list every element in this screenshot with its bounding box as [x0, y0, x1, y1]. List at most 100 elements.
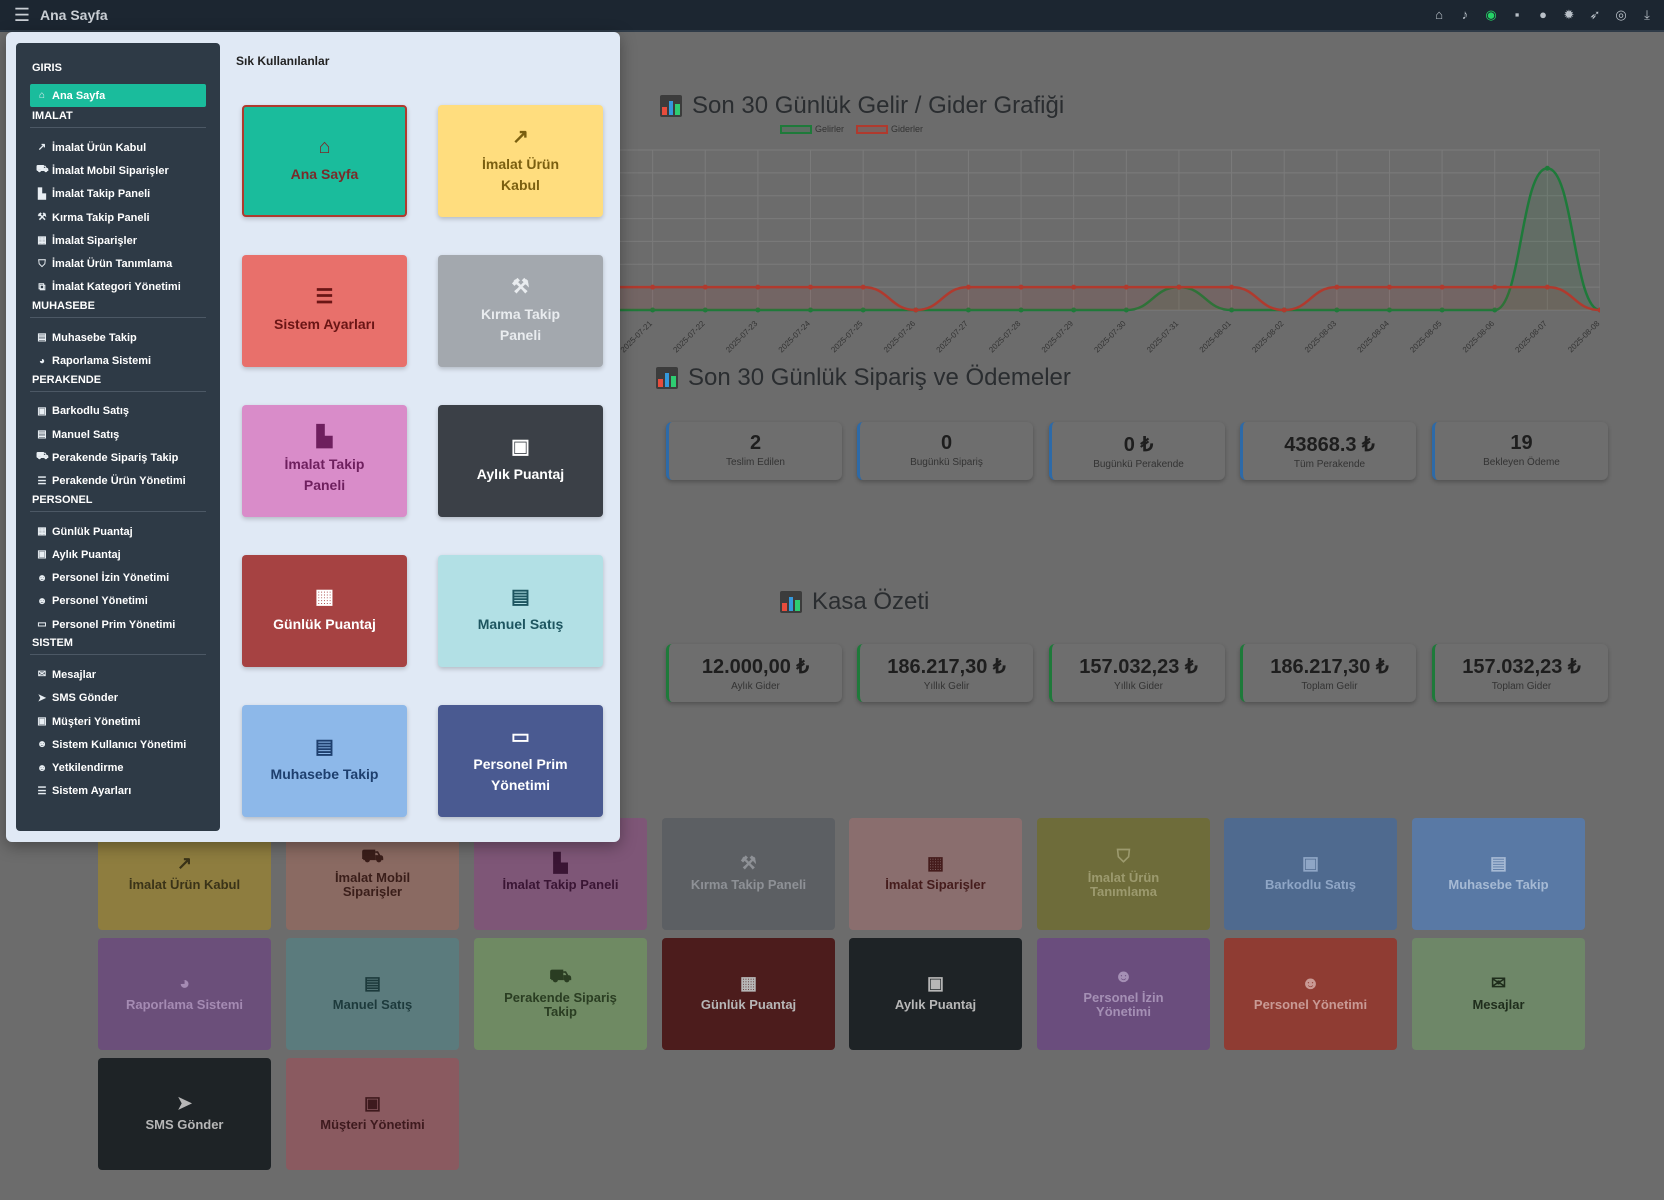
favorite-tile-sliders[interactable]: ☰ Sistem Ayarları [242, 255, 407, 367]
favorite-tile-label: Personel Prim Yönetimi [473, 755, 568, 793]
sidebar-item-file-invoice[interactable]: ▤ Muhasebe Takip [30, 326, 206, 349]
bg-module-tile[interactable]: ▦ Günlük Puantaj [662, 938, 835, 1050]
sidebar-item-calendar[interactable]: ▦ Günlük Puantaj [30, 520, 206, 543]
bg-module-tile[interactable]: ▣ Müşteri Yönetimi [286, 1058, 459, 1170]
sidebar-item-address-card[interactable]: ▣ Müşteri Yönetimi [30, 710, 206, 733]
sidebar-item-boxes[interactable]: ▦ İmalat Siparişler [30, 229, 206, 252]
calendar-icon: ▦ [37, 526, 47, 537]
whatsapp-icon[interactable]: ◉ [1482, 6, 1500, 24]
module-icon: ⛉ [1116, 846, 1131, 866]
favorite-tile-home[interactable]: ⌂ Ana Sayfa [242, 105, 407, 217]
sidebar-item-home[interactable]: ⌂ Ana Sayfa [30, 84, 206, 107]
sidebar-item-users[interactable]: ☻ Personel Yönetimi [30, 590, 206, 613]
sidebar-item-sitemap[interactable]: ⧉ İmalat Kategori Yönetimi [30, 276, 206, 299]
sidebar-item-calendar-check[interactable]: ▣ Aylık Puantaj [30, 543, 206, 566]
x-tick-label: 2025-08-05 [1408, 319, 1444, 355]
bg-module-tile[interactable]: ✉ Mesajlar [1412, 938, 1585, 1050]
address-card-icon: ▣ [37, 716, 47, 728]
sidebar-item-envelope[interactable]: ✉ Mesajlar [30, 663, 206, 686]
favorite-tile-chart-line[interactable]: ↗ İmalat Ürün Kabul [438, 105, 603, 217]
data-point [1071, 284, 1077, 290]
bg-module-tile[interactable]: ☻ Personel İzin Yönetimi [1037, 938, 1210, 1050]
user-lock-icon: ☻ [36, 762, 48, 774]
sidebar-item-label: Sistem Kullanıcı Yönetimi [52, 738, 187, 751]
sidebar-item-pie-chart[interactable]: ◕ Raporlama Sistemi [30, 349, 206, 372]
sidebar-item-tags[interactable]: ⛉ İmalat Ürün Tanımlama [30, 252, 206, 275]
x-tick-label: 2025-07-30 [1092, 319, 1128, 355]
sidebar-item-money[interactable]: ▭ Personel Prim Yönetimi [30, 613, 206, 636]
sidebar-item-label: Personel İzin Yönetimi [52, 572, 170, 585]
bg-module-tile[interactable]: ☻ Personel Yönetimi [1224, 938, 1397, 1050]
bg-module-tile[interactable]: ⛉ İmalat Ürün Tanımlama [1037, 818, 1210, 930]
download-icon[interactable]: ⤓ [1638, 6, 1656, 24]
file-invoice-icon: ▤ [37, 332, 47, 344]
sidebar-item-chart-line[interactable]: ↗ İmalat Ürün Kabul [30, 136, 206, 159]
module-icon: ⚒ [740, 853, 757, 873]
favorite-tile-file-invoice[interactable]: ▤ Muhasebe Takip [242, 705, 407, 817]
dolly-icon: ⛟ [36, 164, 49, 176]
favorite-tile-industry[interactable]: ▙ İmalat Takip Paneli [242, 405, 407, 517]
sidebar-item-paper-plane[interactable]: ➤ SMS Gönder [30, 687, 206, 710]
module-label: Mesajlar [1472, 997, 1525, 1012]
industry-icon: ▙ [38, 188, 46, 200]
sidebar-item-user-cog[interactable]: ☻ Sistem Kullanıcı Yönetimi [30, 733, 206, 756]
sidebar-item-money-bill[interactable]: ☰ Perakende Ürün Yönetimi [30, 470, 206, 493]
sidebar-item-dolly[interactable]: ⛟ İmalat Mobil Siparişler [30, 159, 206, 182]
module-icon: ▣ [1301, 853, 1319, 873]
user-cog-icon: ☻ [36, 739, 48, 751]
module-label: Kırma Takip Paneli [690, 877, 807, 892]
orders-stat-card: 43868.3 ₺ Tüm Perakende [1240, 422, 1416, 480]
kasa-section-title: Kasa Özeti [780, 588, 929, 616]
sidebar-item-label: İmalat Kategori Yönetimi [52, 281, 181, 294]
module-label: İmalat Ürün Tanımlama [1087, 870, 1160, 899]
bell-icon[interactable]: ♪ [1456, 6, 1474, 24]
bg-module-tile[interactable]: ▣ Aylık Puantaj [849, 938, 1022, 1050]
menu-toggle-icon[interactable]: ☰ [12, 5, 32, 26]
orders-title-text: Son 30 Günlük Sipariş ve Ödemeler [688, 364, 1071, 391]
bg-module-tile[interactable]: ▤ Manuel Satış [286, 938, 459, 1050]
module-icon: ▦ [739, 973, 757, 993]
bg-module-tile[interactable]: ▤ Muhasebe Takip [1412, 818, 1585, 930]
sidebar-item-hammer[interactable]: ⚒ Kırma Takip Paneli [30, 206, 206, 229]
module-icon: ▣ [926, 973, 944, 993]
sidebar-item-user-clock[interactable]: ☻ Personel İzin Yönetimi [30, 566, 206, 589]
rocket-icon[interactable]: ➶ [1586, 6, 1604, 24]
eye-icon[interactable]: ◎ [1612, 6, 1630, 24]
money-bill-icon: ☰ [37, 475, 47, 487]
x-tick-label: 2025-08-08 [1566, 319, 1600, 355]
favorite-tile-cash-register[interactable]: ▤ Manuel Satış [438, 555, 603, 667]
bg-module-tile[interactable]: ◕ Raporlama Sistemi [98, 938, 271, 1050]
bg-module-tile[interactable]: ⚒ Kırma Takip Paneli [662, 818, 835, 930]
bg-module-tile[interactable]: ▦ İmalat Siparişler [849, 818, 1022, 930]
sidebar-item-calendar-check[interactable]: ▣ Barkodlu Satış [30, 400, 206, 423]
data-point [1229, 284, 1235, 290]
sidebar-item-truck[interactable]: ⛟ Perakende Sipariş Takip [30, 446, 206, 469]
message-icon[interactable]: ▪ [1508, 6, 1526, 24]
bar-chart-icon [660, 95, 682, 117]
x-tick-label: 2025-07-24 [777, 319, 813, 355]
favorite-tile-hammer[interactable]: ⚒ Kırma Takip Paneli [438, 255, 603, 367]
favorite-tile-money[interactable]: ▭ Personel Prim Yönetimi [438, 705, 603, 817]
sidebar-item-cash-register[interactable]: ▤ Manuel Satış [30, 423, 206, 446]
favorite-tile-calendar[interactable]: ▦ Günlük Puantaj [242, 555, 407, 667]
x-tick-label: 2025-07-22 [671, 319, 707, 355]
x-tick-label: 2025-08-01 [1198, 319, 1234, 355]
x-tick-label: 2025-07-26 [882, 319, 918, 355]
user-icon[interactable]: ● [1534, 6, 1552, 24]
sidebar-item-label: Sistem Ayarları [52, 785, 132, 798]
orders-stat-card: 2 Teslim Edilen [666, 422, 842, 480]
sidebar-item-sliders[interactable]: ☰ Sistem Ayarları [30, 780, 206, 803]
bg-module-tile[interactable]: ▣ Barkodlu Satış [1224, 818, 1397, 930]
bg-module-tile[interactable]: ⛟ Perakende Sipariş Takip [474, 938, 647, 1050]
sidebar-item-user-lock[interactable]: ☻ Yetkilendirme [30, 757, 206, 780]
favorite-tile-calendar-check[interactable]: ▣ Aylık Puantaj [438, 405, 603, 517]
data-point [1018, 284, 1024, 290]
sidebar-group-title: PERAKENDE [32, 373, 102, 386]
sidebar-item-industry[interactable]: ▙ İmalat Takip Paneli [30, 183, 206, 206]
sidebar-divider [30, 317, 206, 319]
home-icon: ⌂ [318, 136, 331, 158]
bg-module-tile[interactable]: ➤ SMS Gönder [98, 1058, 271, 1170]
gear-icon[interactable]: ✹ [1560, 6, 1578, 24]
x-tick-label: 2025-07-25 [829, 319, 865, 355]
home-icon[interactable]: ⌂ [1430, 6, 1448, 24]
